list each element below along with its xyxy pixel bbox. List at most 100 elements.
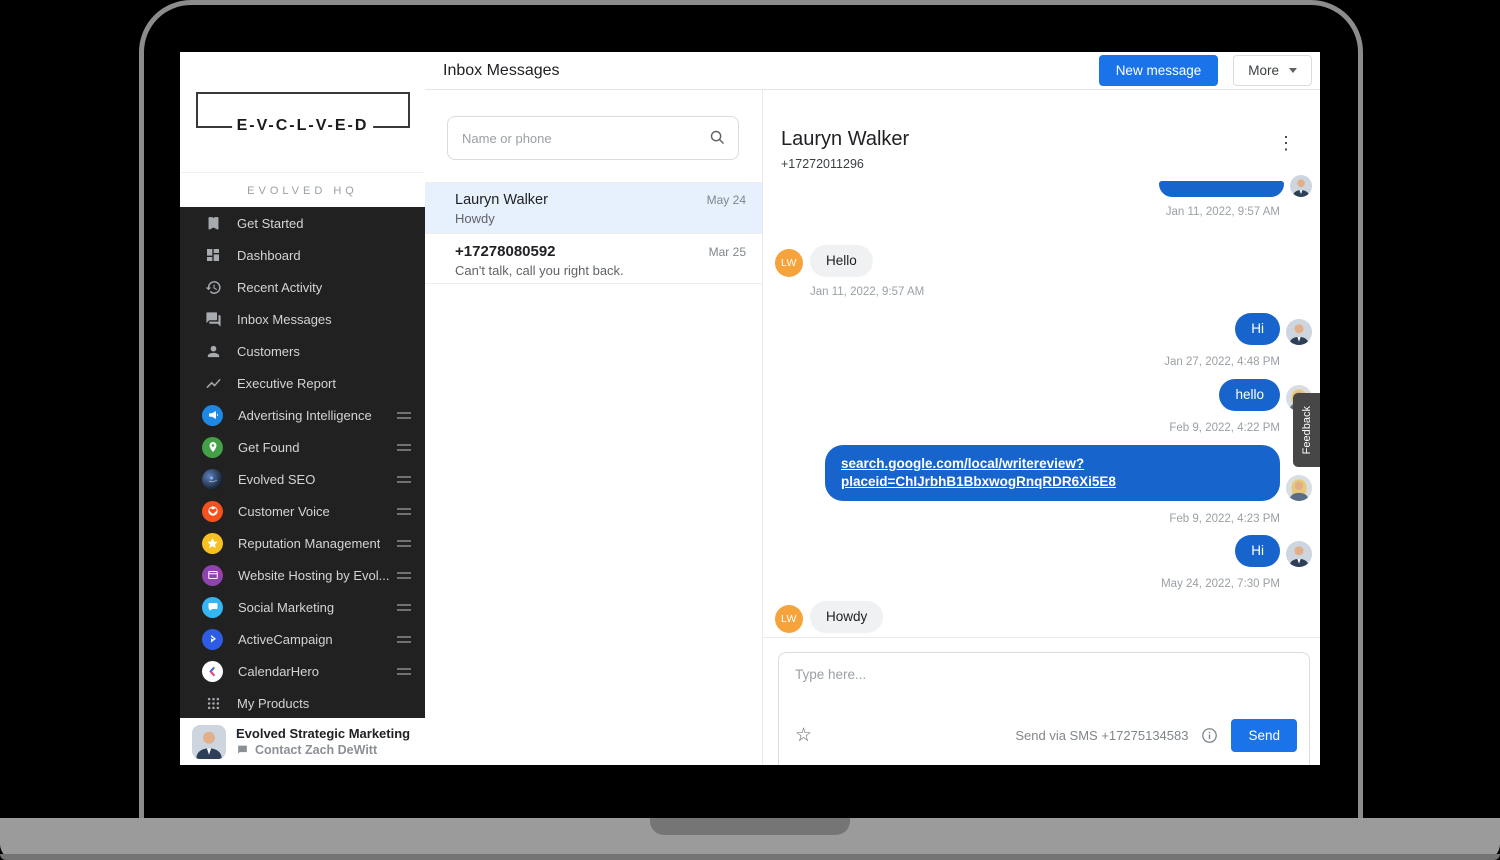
brand-logo-text: E-V-C-L-V-E-D: [232, 117, 374, 135]
conversation-preview: Can't talk, call you right back.: [455, 263, 746, 278]
sidebar-item-label: Executive Report: [237, 376, 336, 391]
message-timestamp: Feb 9, 2022, 4:23 PM: [775, 512, 1280, 526]
send-button[interactable]: Send: [1231, 719, 1297, 752]
avatar: [1290, 175, 1312, 197]
sidebar-item-label: Website Hosting by Evol...: [238, 568, 390, 583]
book-icon: [204, 214, 222, 232]
sidebar-item-recent-activity[interactable]: Recent Activity: [180, 271, 425, 303]
conversation-list: Lauryn Walker May 24 Howdy +17278080592 …: [425, 90, 763, 765]
search-input[interactable]: [447, 116, 739, 160]
main-header: Inbox Messages New message More: [425, 52, 1320, 90]
sidebar-item-activecampaign[interactable]: ActiveCampaign: [180, 623, 425, 655]
flag-icon: [236, 744, 249, 757]
heart-icon: [202, 501, 223, 522]
sidebar-item-label: Social Marketing: [238, 600, 334, 615]
message-outgoing: hello: [775, 379, 1312, 411]
sidebar-logo-area: E-V-C-L-V-E-D EVOLVED HQ: [180, 52, 425, 207]
message-bubble: search.google.com/local/writereview?plac…: [825, 445, 1280, 501]
sidebar: E-V-C-L-V-E-D EVOLVED HQ Get Started Das…: [180, 52, 425, 765]
org-label: EVOLVED HQ: [180, 172, 425, 197]
feedback-tab-label: Feedback: [1301, 406, 1313, 454]
conversation-name: +17278080592: [455, 243, 556, 260]
sidebar-item-get-started[interactable]: Get Started: [180, 207, 425, 239]
avatar: [192, 725, 226, 759]
message-history[interactable]: Jan 11, 2022, 9:57 AM LW Hello Jan 11, 2…: [763, 171, 1320, 638]
drag-handle-icon[interactable]: [397, 505, 411, 518]
person-icon: [204, 342, 222, 360]
avatar: [1286, 541, 1312, 567]
chat-panel: Lauryn Walker +17272011296 ⋮ Jan 11, 202…: [763, 90, 1320, 765]
message-timestamp: Jan 11, 2022, 9:57 AM: [810, 285, 1312, 299]
message-incoming: LW Hello: [775, 245, 1312, 277]
dashboard-icon: [204, 246, 222, 264]
conversation-date: Mar 25: [709, 245, 746, 259]
feedback-tab[interactable]: Feedback: [1293, 393, 1320, 467]
sidebar-item-customers[interactable]: Customers: [180, 335, 425, 367]
footer-contact-label: Contact Zach DeWitt: [255, 743, 377, 757]
drag-handle-icon[interactable]: [397, 409, 411, 422]
sidebar-item-customer-voice[interactable]: Customer Voice: [180, 495, 425, 527]
conversation-item[interactable]: Lauryn Walker May 24 Howdy: [425, 182, 762, 233]
sidebar-item-inbox-messages[interactable]: Inbox Messages: [180, 303, 425, 335]
message-bubble: hello: [1219, 379, 1280, 411]
more-button[interactable]: More: [1233, 55, 1312, 86]
sidebar-item-executive-report[interactable]: Executive Report: [180, 367, 425, 399]
drag-handle-icon[interactable]: [397, 569, 411, 582]
sidebar-item-label: Inbox Messages: [237, 312, 332, 327]
message-incoming: LW Howdy: [775, 601, 1312, 633]
sidebar-item-label: Get Found: [238, 440, 299, 455]
sidebar-item-get-found[interactable]: Get Found: [180, 431, 425, 463]
message-outgoing: Hi: [775, 313, 1312, 345]
drag-handle-icon[interactable]: [397, 537, 411, 550]
trend-icon: [204, 374, 222, 392]
send-via-label: Send via SMS +17275134583: [1015, 728, 1188, 743]
message-bubble: [1159, 181, 1284, 197]
drag-handle-icon[interactable]: [397, 473, 411, 486]
saved-replies-star-icon[interactable]: ☆: [795, 724, 812, 747]
info-icon[interactable]: [1201, 727, 1218, 744]
drag-handle-icon[interactable]: [397, 665, 411, 678]
sidebar-footer[interactable]: Evolved Strategic Marketing Contact Zach…: [180, 718, 425, 765]
more-button-label: More: [1248, 63, 1279, 78]
sidebar-item-label: Customer Voice: [238, 504, 330, 519]
sidebar-item-calendarhero[interactable]: CalendarHero: [180, 655, 425, 687]
sidebar-item-evolved-seo[interactable]: Evolved SEO: [180, 463, 425, 495]
message-timestamp: Jan 11, 2022, 9:57 AM: [775, 205, 1280, 219]
sidebar-item-label: Customers: [237, 344, 300, 359]
message-input[interactable]: [779, 653, 1309, 705]
footer-company-name: Evolved Strategic Marketing: [236, 726, 410, 741]
message-bubble: Hello: [810, 245, 873, 277]
app-screen: E-V-C-L-V-E-D EVOLVED HQ Get Started Das…: [180, 52, 1320, 765]
drag-handle-icon[interactable]: [397, 441, 411, 454]
message-outgoing-partial: [775, 175, 1312, 197]
sidebar-menu: Get Started Dashboard Recent Activity In…: [180, 207, 425, 719]
star-icon: [202, 533, 223, 554]
sidebar-item-label: Recent Activity: [237, 280, 322, 295]
review-link[interactable]: placeid=ChIJrbhB1BbxwogRnqRDR6Xi5E8: [841, 473, 1264, 491]
avatar: LW: [775, 249, 803, 277]
page-title: Inbox Messages: [443, 62, 560, 80]
message-timestamp: Feb 9, 2022, 4:22 PM: [775, 421, 1280, 435]
browser-icon: [202, 565, 223, 586]
device-base-edge: [0, 854, 1500, 860]
sidebar-item-label: Evolved SEO: [238, 472, 315, 487]
sidebar-item-dashboard[interactable]: Dashboard: [180, 239, 425, 271]
drag-handle-icon[interactable]: [397, 633, 411, 646]
composer-area: ☆ Send via SMS +17275134583 Send: [763, 637, 1320, 765]
sidebar-item-reputation-management[interactable]: Reputation Management: [180, 527, 425, 559]
chevron-icon: [202, 629, 223, 650]
drag-handle-icon[interactable]: [397, 601, 411, 614]
new-message-button[interactable]: New message: [1099, 55, 1219, 86]
sidebar-item-my-products[interactable]: My Products: [180, 687, 425, 719]
megaphone-icon: [202, 405, 223, 426]
conversation-item[interactable]: +17278080592 Mar 25 Can't talk, call you…: [425, 233, 762, 284]
search-icon: [709, 129, 726, 151]
sidebar-item-advertising-intelligence[interactable]: Advertising Intelligence: [180, 399, 425, 431]
sidebar-item-social-marketing[interactable]: Social Marketing: [180, 591, 425, 623]
review-link[interactable]: search.google.com/local/writereview?: [841, 455, 1264, 473]
kebab-menu-icon[interactable]: ⋮: [1277, 134, 1295, 152]
apps-grid-icon: [204, 694, 222, 712]
history-icon: [204, 278, 222, 296]
composer-box: ☆ Send via SMS +17275134583 Send: [778, 652, 1310, 765]
sidebar-item-website-hosting[interactable]: Website Hosting by Evol...: [180, 559, 425, 591]
